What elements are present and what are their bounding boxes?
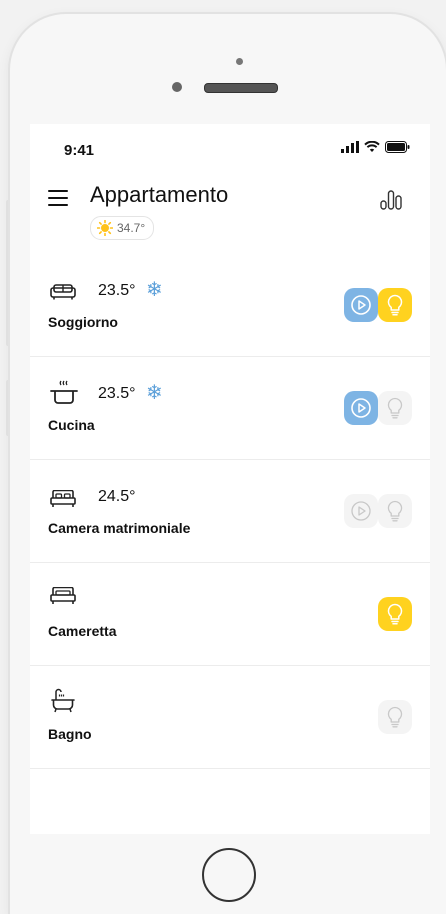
- light-toggle-button[interactable]: [378, 597, 412, 631]
- weather-temp: 34.7°: [117, 221, 146, 235]
- bar-chart-icon: [380, 190, 402, 210]
- bed-icon: [50, 587, 76, 604]
- snowflake-icon: ❄: [146, 382, 163, 404]
- room-name: Cameretta: [48, 623, 117, 639]
- room-row-soggiorno[interactable]: 23.5° ❄ Soggiorno: [30, 254, 430, 357]
- room-name: Camera matrimoniale: [48, 520, 191, 536]
- wifi-icon: [364, 141, 380, 152]
- bathtub-icon: [51, 688, 75, 713]
- stats-button[interactable]: [380, 190, 402, 215]
- scene-play-button[interactable]: [344, 391, 378, 425]
- cooking-pot-icon: [50, 380, 78, 404]
- room-name: Soggiorno: [48, 314, 118, 330]
- lightbulb-icon: [387, 294, 403, 316]
- room-temperature: 23.5°: [98, 385, 136, 402]
- light-toggle-button[interactable]: [378, 288, 412, 322]
- room-row-camera-matrimoniale[interactable]: 24.5° Camera matrimoniale: [30, 460, 430, 563]
- play-circle-icon: [351, 295, 371, 315]
- room-row-cameretta[interactable]: Cameretta: [30, 563, 430, 666]
- home-button[interactable]: [202, 848, 256, 902]
- room-name: Bagno: [48, 726, 92, 742]
- front-camera: [236, 58, 243, 65]
- play-circle-icon: [351, 501, 371, 521]
- menu-button[interactable]: [48, 190, 68, 206]
- signal-icon: [341, 141, 359, 153]
- lightbulb-icon: [387, 706, 403, 728]
- room-name: Cucina: [48, 417, 95, 433]
- lightbulb-icon: [387, 603, 403, 625]
- double-bed-icon: [50, 490, 76, 507]
- light-toggle-button[interactable]: [378, 700, 412, 734]
- battery-icon: [385, 141, 410, 153]
- sun-icon: [97, 220, 113, 236]
- app-screen: 9:41 Appartamento 34.7° 23.5° ❄ Soggiorn…: [30, 124, 430, 834]
- sofa-icon: [50, 284, 76, 300]
- status-time: 9:41: [64, 142, 95, 159]
- light-toggle-button[interactable]: [378, 391, 412, 425]
- status-icons: [341, 140, 410, 154]
- room-temperature: 24.5°: [98, 488, 136, 505]
- earpiece-speaker: [204, 83, 278, 93]
- scene-play-button[interactable]: [344, 494, 378, 528]
- room-temperature: 23.5°: [98, 282, 136, 299]
- room-row-cucina[interactable]: 23.5° ❄ Cucina: [30, 357, 430, 460]
- room-row-bagno[interactable]: Bagno: [30, 666, 430, 769]
- lightbulb-icon: [387, 397, 403, 419]
- room-list: 23.5° ❄ Soggiorno 23.5° ❄ Cucina 24.5° C…: [30, 254, 430, 769]
- light-toggle-button[interactable]: [378, 494, 412, 528]
- proximity-sensor: [172, 82, 182, 92]
- scene-play-button[interactable]: [344, 288, 378, 322]
- play-circle-icon: [351, 398, 371, 418]
- weather-badge: 34.7°: [90, 216, 155, 240]
- snowflake-icon: ❄: [146, 279, 163, 301]
- page-title: Appartamento: [90, 182, 229, 207]
- lightbulb-icon: [387, 500, 403, 522]
